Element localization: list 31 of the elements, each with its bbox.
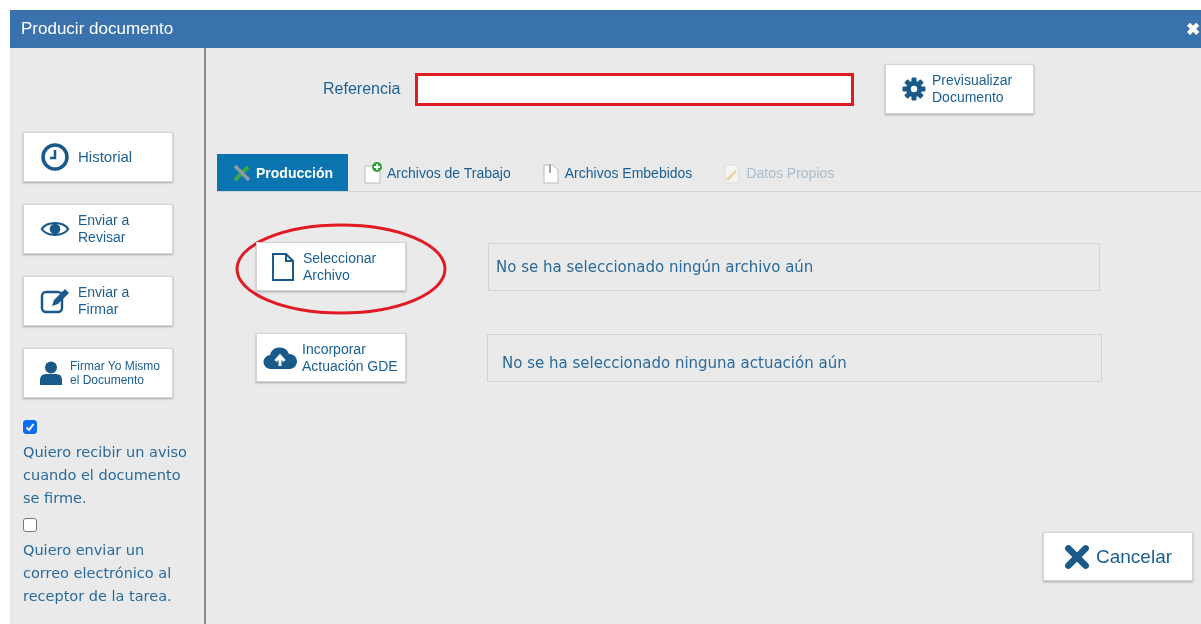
sidebar-button[interactable]: Enviar a Firmar <box>23 276 173 326</box>
cancel-button[interactable]: Cancelar <box>1043 532 1193 581</box>
tab[interactable]: Producción <box>217 154 348 191</box>
clock-icon <box>40 142 70 172</box>
reference-field[interactable] <box>415 72 854 106</box>
status-text: No se ha seleccionado ningún archivo aún <box>496 257 814 276</box>
reference-label: Referencia <box>323 80 402 98</box>
sidebar-button[interactable]: Firmar Yo Mismo el Documento <box>23 348 173 398</box>
checkbox[interactable] <box>23 518 37 532</box>
document-pen-icon <box>722 161 743 184</box>
sidebar-button[interactable]: Enviar a Revisar <box>23 204 173 254</box>
window-title: Producir documento <box>21 19 174 39</box>
document-icon <box>271 251 295 282</box>
preview-button[interactable]: Previsualizar Documento <box>885 64 1034 114</box>
status-text: No se ha seleccionado ninguna actuación aún <box>502 353 847 372</box>
close-icon <box>1064 543 1090 570</box>
document-add-icon <box>363 161 383 184</box>
checkbox[interactable] <box>23 420 37 434</box>
edit-icon <box>40 286 70 316</box>
close-button[interactable]: ✖ <box>1186 18 1200 40</box>
document-clip-icon <box>540 161 561 184</box>
cloud-upload-icon <box>263 345 297 370</box>
settings-icon <box>902 77 926 101</box>
sidebar-button[interactable]: Historial <box>23 132 173 182</box>
user-icon <box>40 361 62 385</box>
checkbox-label: Quiero enviar un correo electrónico al receptor de la tarea. <box>23 541 173 606</box>
tab[interactable]: Archivos de Trabajo <box>348 154 526 191</box>
tab[interactable]: Archivos Embebidos <box>525 154 708 191</box>
checkbox-label: Quiero recibir un aviso cuando el documento se firme. <box>23 443 188 508</box>
action-button[interactable]: Seleccionar Archivo <box>256 242 406 291</box>
action-button[interactable]: Incorporar Actuación GDE <box>256 333 406 382</box>
